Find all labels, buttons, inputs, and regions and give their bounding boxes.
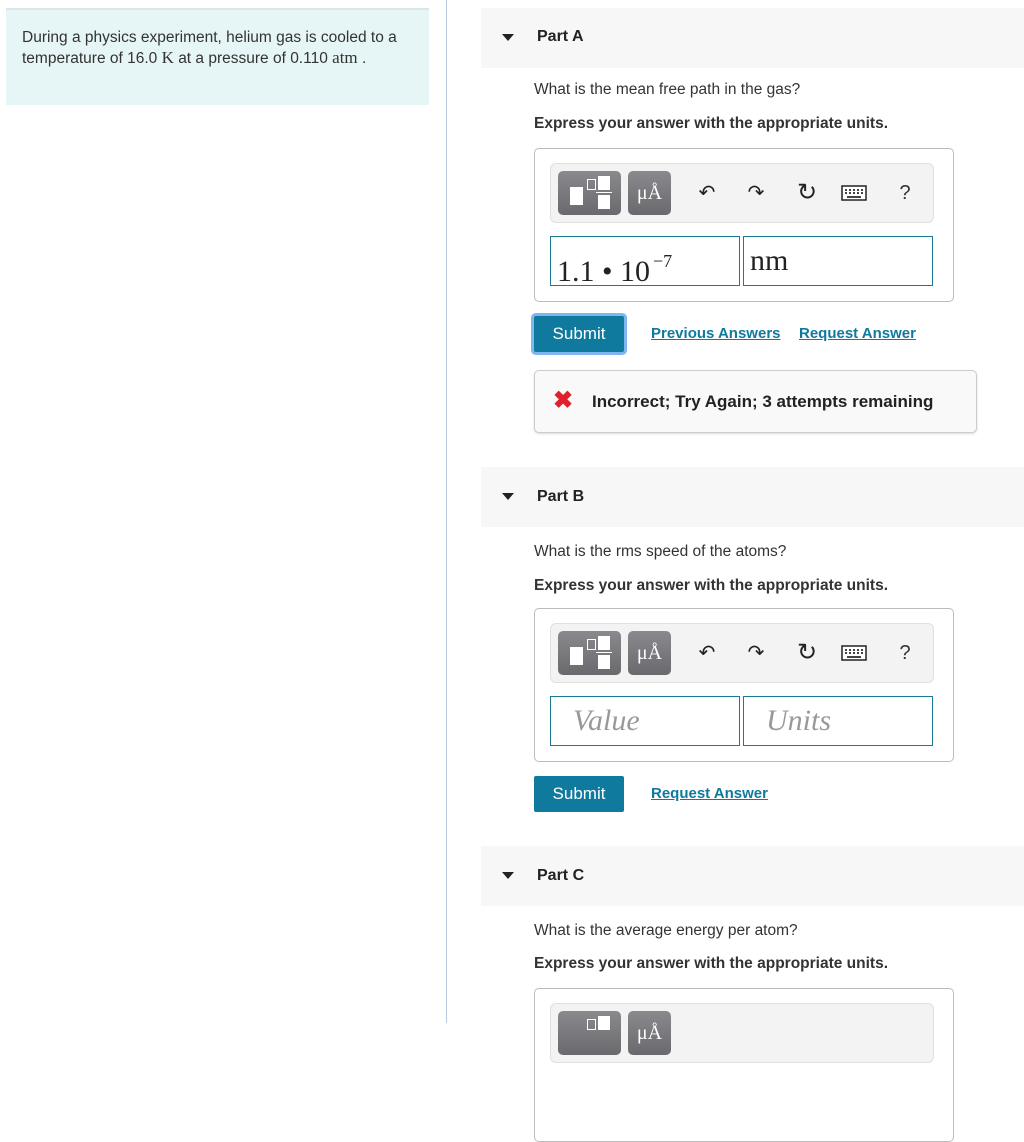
part-a-instruction: Express your answer with the appropriate…	[534, 115, 889, 132]
reset-icon[interactable]: ↻	[794, 178, 820, 208]
units-input[interactable]: nm	[743, 236, 933, 286]
previous-answers-link[interactable]: Previous Answers	[651, 325, 781, 342]
pressure-unit: atm	[332, 48, 358, 67]
math-toolbar: μÅ ↶ ↷ ↻ ?	[550, 623, 934, 683]
templates-button[interactable]	[558, 171, 621, 215]
undo-icon[interactable]: ↶	[694, 178, 720, 208]
undo-icon[interactable]: ↶	[694, 638, 720, 668]
part-c-title: Part C	[537, 867, 585, 884]
part-b-title: Part B	[537, 488, 585, 505]
part-a-question: What is the mean free path in the gas?	[534, 81, 801, 98]
units-button[interactable]: μÅ	[628, 1011, 671, 1055]
temperature-unit: K	[161, 48, 174, 67]
keyboard-icon[interactable]	[841, 178, 867, 208]
part-c-answer-box: μÅ	[534, 988, 954, 1142]
redo-icon[interactable]: ↷	[743, 178, 769, 208]
help-button[interactable]: ?	[892, 178, 918, 208]
units-button[interactable]: μÅ	[628, 171, 671, 215]
part-a-title: Part A	[537, 28, 584, 45]
reset-icon[interactable]: ↻	[794, 638, 820, 668]
column-divider	[446, 0, 447, 1023]
collapse-triangle-icon[interactable]	[502, 493, 514, 500]
units-button[interactable]: μÅ	[628, 631, 671, 675]
units-input[interactable]: Units	[743, 696, 933, 746]
part-c-instruction: Express your answer with the appropriate…	[534, 955, 889, 972]
part-a-request-answer-link[interactable]: Request Answer	[799, 325, 916, 342]
part-b-submit-button[interactable]: Submit	[534, 776, 624, 812]
collapse-triangle-icon[interactable]	[502, 34, 514, 41]
incorrect-x-icon: ✖	[553, 387, 574, 414]
part-c-header[interactable]: Part C	[481, 846, 1024, 906]
templates-button[interactable]	[558, 1011, 621, 1055]
part-b-instruction: Express your answer with the appropriate…	[534, 577, 889, 594]
help-button[interactable]: ?	[892, 638, 918, 668]
templates-button[interactable]	[558, 631, 621, 675]
part-c-question: What is the average energy per atom?	[534, 922, 798, 939]
value-input[interactable]: Value	[550, 696, 740, 746]
math-toolbar: μÅ	[550, 1003, 934, 1063]
value-input[interactable]: 1.1 • 10 −7	[550, 236, 740, 288]
part-a-header[interactable]: Part A	[481, 8, 1024, 68]
feedback-message: ✖ Incorrect; Try Again; 3 attempts remai…	[534, 370, 977, 433]
part-a-submit-button[interactable]: Submit	[534, 316, 624, 352]
collapse-triangle-icon[interactable]	[502, 872, 514, 879]
problem-statement: During a physics experiment, helium gas …	[6, 8, 429, 105]
part-b-header[interactable]: Part B	[481, 467, 1024, 527]
redo-icon[interactable]: ↷	[743, 638, 769, 668]
part-a-answer-box: μÅ ↶ ↷ ↻ ? 1.1 • 10 −7 nm	[534, 148, 954, 302]
math-toolbar: μÅ ↶ ↷ ↻ ?	[550, 163, 934, 223]
keyboard-icon[interactable]	[841, 638, 867, 668]
part-b-question: What is the rms speed of the atoms?	[534, 543, 787, 560]
part-b-answer-box: μÅ ↶ ↷ ↻ ? Value Units	[534, 608, 954, 762]
part-b-request-answer-link[interactable]: Request Answer	[651, 785, 768, 802]
